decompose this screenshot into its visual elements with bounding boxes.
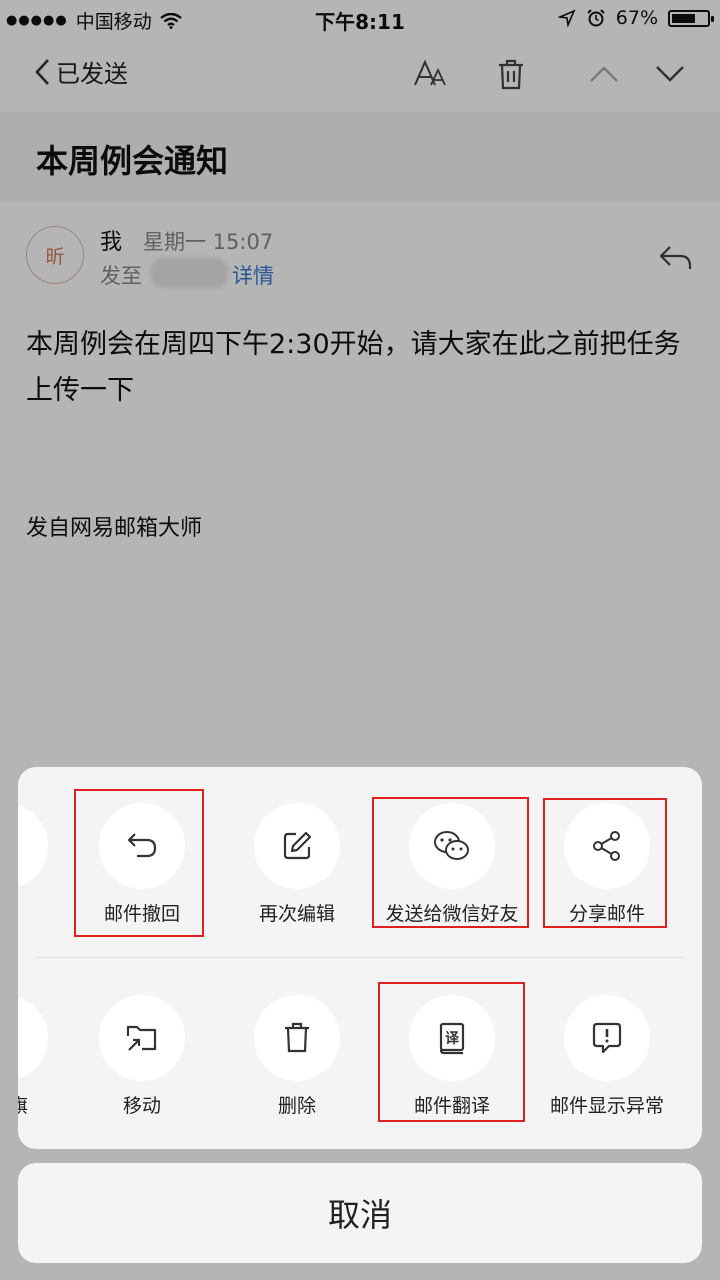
delete-button[interactable] [254,995,340,1081]
highlight-recall [74,789,204,937]
re-edit-button[interactable] [254,803,340,889]
sheet-divider [36,957,684,958]
move-button[interactable] [99,995,185,1081]
cancel-button[interactable]: 取消 [18,1163,702,1263]
move-label: 移动 [122,1095,161,1117]
highlight-share-mail [543,798,667,928]
highlight-send-to-wechat [372,797,529,928]
report-icon [592,1022,622,1054]
move-folder-icon [126,1025,157,1051]
highlight-translate-mail [378,982,525,1122]
partial-flag-label: 旗 [18,1095,28,1117]
report-display-issue-label: 邮件显示异常 [549,1095,664,1117]
trash-icon [285,1022,309,1053]
re-edit-label: 再次编辑 [258,903,335,925]
edit-icon [283,831,312,860]
delete-label: 删除 [277,1095,316,1117]
partial-action-circle[interactable] [18,803,48,889]
partial-flag-button[interactable] [18,995,48,1081]
report-display-issue-button[interactable] [564,995,650,1081]
